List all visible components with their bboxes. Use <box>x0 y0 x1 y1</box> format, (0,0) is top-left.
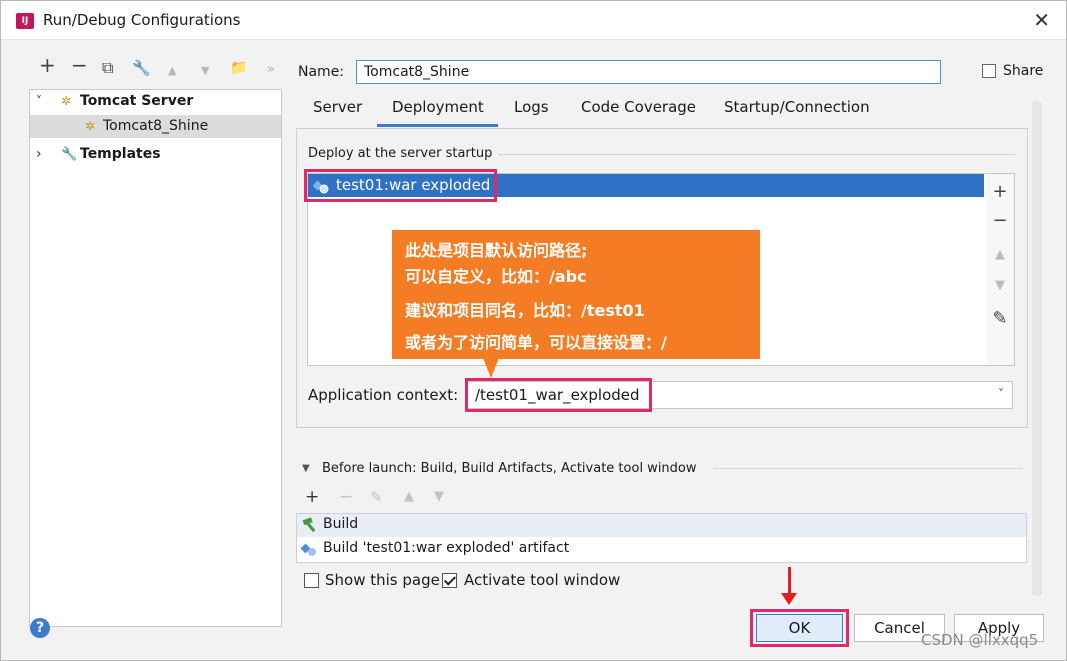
add-artifact-button[interactable]: + <box>986 181 1014 202</box>
highlight-box-context <box>465 378 652 412</box>
edit-defaults-icon[interactable]: 🔧 <box>132 58 151 78</box>
tomcat-icon: ✲ <box>85 119 96 133</box>
list-item[interactable]: Build 'test01:war exploded' artifact <box>297 538 1026 561</box>
window-title: Run/Debug Configurations <box>43 11 241 29</box>
hammer-icon <box>301 517 319 537</box>
more-icon[interactable]: » <box>267 60 275 80</box>
close-icon[interactable]: ✕ <box>1033 8 1050 32</box>
chevron-down-icon[interactable]: ˅ <box>36 90 42 113</box>
title-bar: IJ Run/Debug Configurations ✕ <box>1 1 1066 40</box>
tab-logs[interactable]: Logs <box>514 98 549 116</box>
tree-item-label: Tomcat Server <box>80 93 194 109</box>
collapse-icon[interactable]: ▼ <box>302 463 310 474</box>
config-tree <box>29 89 282 627</box>
activate-tool-window-label: Activate tool window <box>464 571 621 589</box>
active-tab-indicator <box>377 124 498 127</box>
edit-artifact-icon[interactable]: ✎ <box>986 308 1014 329</box>
list-item[interactable]: Build <box>297 514 1026 537</box>
app-context-label: Application context: <box>308 386 459 404</box>
tab-server[interactable]: Server <box>313 98 362 116</box>
help-icon[interactable]: ? <box>30 618 50 638</box>
chevron-down-icon[interactable]: ˅ <box>998 387 1004 401</box>
edit-task-icon[interactable]: ✎ <box>370 488 383 506</box>
scrollbar[interactable] <box>1032 101 1042 596</box>
tab-startup-connection[interactable]: Startup/Connection <box>724 98 870 116</box>
before-launch-title: Before launch: Build, Build Artifacts, A… <box>322 461 697 476</box>
tree-item-tomcat8-shine[interactable]: ✲ Tomcat8_Shine <box>30 115 281 138</box>
move-up-icon[interactable]: ▲ <box>404 489 414 504</box>
add-task-button[interactable]: + <box>305 487 319 507</box>
callout-line: 此处是项目默认访问路径; <box>405 241 588 260</box>
list-item-label: Build 'test01:war exploded' artifact <box>323 540 570 556</box>
deploy-group-title: Deploy at the server startup <box>308 146 499 161</box>
callout-line: 或者为了访问简单，可以直接设置：/ <box>405 333 667 352</box>
callout-line: 可以自定义，比如：/abc <box>405 267 587 286</box>
chevron-right-icon[interactable]: › <box>36 143 42 166</box>
run-debug-dialog: IJ Run/Debug Configurations ✕ + − ⧉ 🔧 ▲ … <box>0 0 1067 661</box>
watermark: CSDN @llxxqq5 <box>921 631 1039 649</box>
tree-item-tomcat-server[interactable]: ˅ ✲ Tomcat Server <box>30 90 281 113</box>
share-checkbox[interactable] <box>982 64 996 78</box>
folder-icon[interactable]: 📁 <box>230 58 247 78</box>
remove-task-button[interactable]: − <box>339 487 353 507</box>
annotation-callout: 此处是项目默认访问路径; 可以自定义，比如：/abc 建议和项目同名，比如：/t… <box>392 230 760 359</box>
tree-item-templates[interactable]: › 🔧 Templates <box>30 143 281 166</box>
show-page-label: Show this page <box>325 571 440 589</box>
move-down-icon[interactable]: ▼ <box>986 278 1014 293</box>
tree-item-label: Templates <box>80 146 161 162</box>
tomcat-icon: ✲ <box>61 94 72 108</box>
annotation-arrow <box>788 567 791 595</box>
callout-line: 建议和项目同名，比如：/test01 <box>405 301 645 320</box>
add-config-button[interactable]: + <box>39 55 56 75</box>
group-divider <box>497 154 1015 155</box>
tree-item-label: Tomcat8_Shine <box>103 118 209 134</box>
highlight-box-ok <box>750 609 849 647</box>
intellij-app-icon: IJ <box>16 13 34 29</box>
tab-code-coverage[interactable]: Code Coverage <box>581 98 696 116</box>
share-label: Share <box>1003 63 1044 79</box>
move-down-icon[interactable]: ▼ <box>201 61 209 81</box>
remove-artifact-button[interactable]: − <box>986 210 1014 231</box>
list-item-label: Build <box>323 516 359 532</box>
activate-tool-window-checkbox[interactable] <box>442 573 457 588</box>
wrench-icon: 🔧 <box>61 147 78 162</box>
callout-pointer <box>483 358 499 378</box>
show-page-checkbox[interactable] <box>304 573 319 588</box>
annotation-arrow-head <box>781 593 797 605</box>
artifact-icon <box>300 541 317 561</box>
highlight-box-artifact <box>304 169 497 202</box>
group-divider <box>713 468 1023 469</box>
name-label: Name: <box>298 64 345 80</box>
move-up-icon[interactable]: ▲ <box>168 61 176 81</box>
copy-config-icon[interactable]: ⧉ <box>102 58 113 78</box>
move-down-icon[interactable]: ▼ <box>434 489 444 504</box>
remove-config-button[interactable]: − <box>71 55 88 75</box>
name-input[interactable]: Tomcat8_Shine <box>356 60 941 84</box>
tab-deployment[interactable]: Deployment <box>392 98 484 116</box>
move-up-icon[interactable]: ▲ <box>986 247 1014 262</box>
